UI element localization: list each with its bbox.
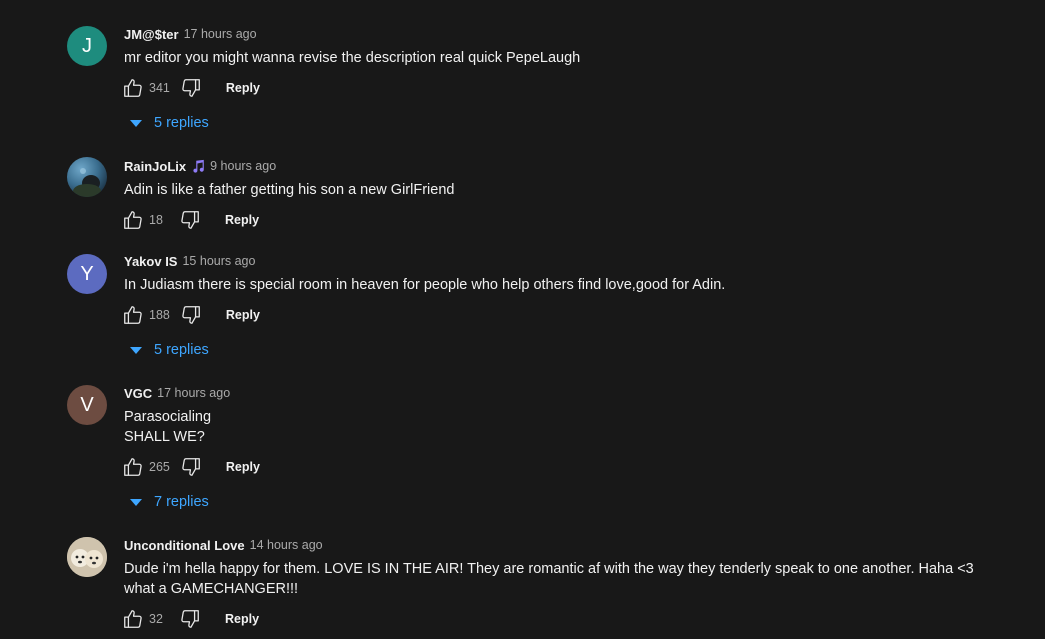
comment-time[interactable]: 17 hours ago bbox=[157, 386, 230, 400]
comment-header: Yakov IS 15 hours ago bbox=[124, 252, 255, 270]
thumbs-down-icon[interactable] bbox=[180, 77, 202, 99]
avatar[interactable]: V bbox=[67, 385, 107, 425]
reply-button[interactable]: Reply bbox=[226, 308, 260, 322]
reply-button[interactable]: Reply bbox=[226, 81, 260, 95]
avatar[interactable]: J bbox=[67, 26, 107, 66]
comment-actions: 341 Reply bbox=[122, 77, 260, 99]
view-replies-button[interactable]: 5 replies bbox=[130, 112, 209, 134]
comment-header: RainJoLix 9 hours ago bbox=[124, 157, 276, 175]
comment-text: mr editor you might wanna revise the des… bbox=[124, 50, 581, 66]
thumbs-down-icon[interactable] bbox=[180, 456, 202, 478]
comment-text: Adin is like a father getting his son a … bbox=[124, 182, 455, 198]
thumbs-down-icon[interactable] bbox=[180, 304, 202, 326]
replies-label: 7 replies bbox=[154, 494, 209, 510]
avatar-letter: V bbox=[80, 393, 94, 416]
avatar-letter: J bbox=[82, 34, 92, 57]
like-count: 341 bbox=[149, 81, 170, 95]
comment-actions: 18 Reply bbox=[122, 209, 259, 231]
like-count: 18 bbox=[149, 213, 163, 227]
thumbs-down-icon[interactable] bbox=[179, 209, 201, 231]
comment-time[interactable]: 14 hours ago bbox=[250, 538, 323, 552]
replies-label: 5 replies bbox=[154, 342, 209, 358]
reply-button[interactable]: Reply bbox=[225, 612, 259, 626]
comment-header: JM@$ter 17 hours ago bbox=[124, 25, 257, 43]
comment-author[interactable]: Unconditional Love bbox=[124, 538, 245, 553]
avatar[interactable]: Y bbox=[67, 254, 107, 294]
avatar-image bbox=[73, 168, 101, 197]
like-count: 188 bbox=[149, 308, 170, 322]
thumbs-up-icon[interactable] bbox=[122, 608, 144, 630]
comment-time[interactable]: 15 hours ago bbox=[182, 254, 255, 268]
thumbs-up-icon[interactable] bbox=[122, 304, 144, 326]
avatar[interactable] bbox=[67, 537, 107, 577]
view-replies-button[interactable]: 5 replies bbox=[130, 339, 209, 361]
comment-actions: 265 Reply bbox=[122, 456, 260, 478]
chevron-down-icon bbox=[130, 346, 142, 354]
comment-text: Dude i'm hella happy for them. LOVE IS I… bbox=[124, 561, 974, 597]
comment-actions: 32 Reply bbox=[122, 608, 259, 630]
reply-button[interactable]: Reply bbox=[226, 460, 260, 474]
reply-button[interactable]: Reply bbox=[225, 213, 259, 227]
thumbs-up-icon[interactable] bbox=[122, 209, 144, 231]
replies-label: 5 replies bbox=[154, 115, 209, 131]
comment-header: Unconditional Love 14 hours ago bbox=[124, 536, 323, 554]
chevron-down-icon bbox=[130, 119, 142, 127]
comment-author[interactable]: VGC bbox=[124, 386, 152, 401]
comment-author[interactable]: RainJoLix bbox=[124, 159, 186, 174]
comment-actions: 188 Reply bbox=[122, 304, 260, 326]
music-note-icon bbox=[193, 159, 204, 173]
thumbs-down-icon[interactable] bbox=[179, 608, 201, 630]
thumbs-up-icon[interactable] bbox=[122, 77, 144, 99]
comment-header: VGC 17 hours ago bbox=[124, 384, 230, 402]
comment-time[interactable]: 9 hours ago bbox=[210, 159, 276, 173]
thumbs-up-icon[interactable] bbox=[122, 456, 144, 478]
comment-text: Parasocialing SHALL WE? bbox=[124, 409, 212, 445]
chevron-down-icon bbox=[130, 498, 142, 506]
like-count: 32 bbox=[149, 612, 163, 626]
avatar-letter: Y bbox=[80, 262, 94, 285]
comment-author[interactable]: Yakov IS bbox=[124, 254, 177, 269]
comment-time[interactable]: 17 hours ago bbox=[184, 27, 257, 41]
avatar-image bbox=[67, 537, 107, 577]
avatar[interactable] bbox=[67, 157, 107, 197]
like-count: 265 bbox=[149, 460, 170, 474]
view-replies-button[interactable]: 7 replies bbox=[130, 491, 209, 513]
comment-text: In Judiasm there is special room in heav… bbox=[124, 277, 726, 293]
comment-author[interactable]: JM@$ter bbox=[124, 27, 179, 42]
